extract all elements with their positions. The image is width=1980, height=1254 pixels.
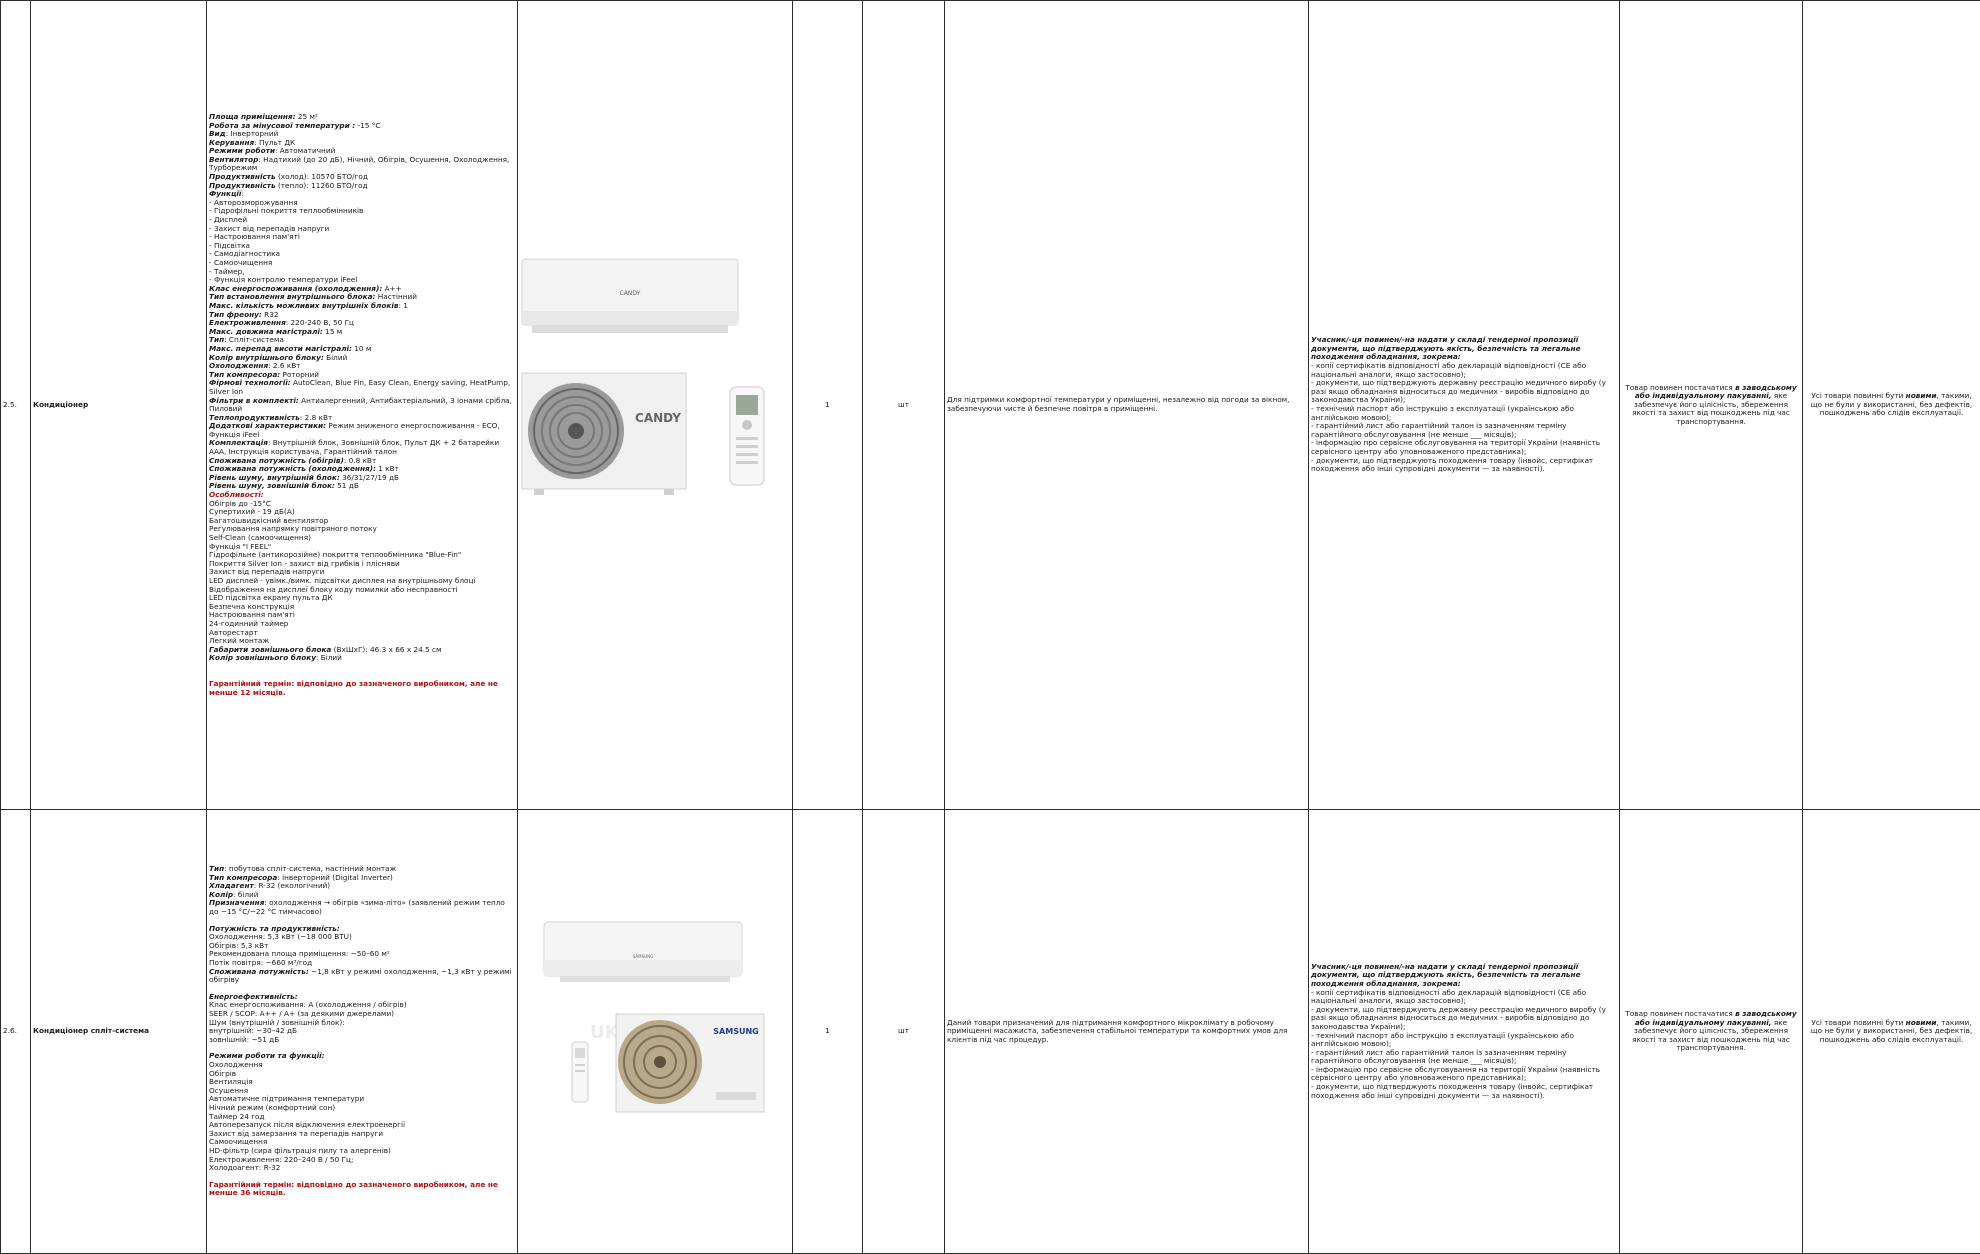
item-specification: Тип: побутова спліт-система, настінний м… (207, 810, 518, 1254)
table-row: 2.5. Кондиціонер Площа приміщення: 25 м²… (1, 1, 1980, 810)
energy-line: зовнішній: ~51 дБ (209, 1036, 515, 1045)
features-list: Обігрів до -15°CСупертихий - 19 дБ(А)Баг… (209, 500, 515, 646)
indoor-brand-text: CANDY (620, 290, 641, 297)
document-line: - документи, що підтверджують походження… (1311, 1083, 1617, 1100)
mode-line: Вентиляція (209, 1078, 515, 1087)
purpose-text: Даний товари призначений для підтримання… (945, 810, 1309, 1254)
spec-value: 15 м (323, 327, 342, 336)
candy-ac-image: CANDY CANDY (520, 255, 791, 555)
item-number: 2.6. (1, 810, 31, 1254)
item-name: Кондиціонер спліт-система (31, 810, 207, 1254)
document-line: - копії сертифікатів відповідності або д… (1311, 989, 1617, 1006)
mode-line: Обігрів (209, 1070, 515, 1079)
spec-line: Продуктивність (тепло): 11260 БТО/год (209, 182, 515, 191)
document-line: - гарантійний лист або гарантійний талон… (1311, 422, 1617, 439)
spec-line: Фірмові технології: AutoClean, Blue Fin,… (209, 379, 515, 396)
document-line: - інформацію про сервісне обслуговування… (1311, 1066, 1617, 1083)
condition-requirements: Усі товари повинні бути новими, такими, … (1803, 810, 1980, 1254)
spec-value: : 1 (398, 301, 407, 310)
spec-value: : Білий (316, 653, 342, 662)
spec-line: Додаткові характеристики: Режим зниженог… (209, 422, 515, 439)
condition-requirements: Усі товари повинні бути новими, такими, … (1803, 1, 1980, 810)
spec-line: Колір зовнішнього блоку: Білий (209, 654, 515, 663)
document-line: - інформацію про сервісне обслуговування… (1311, 439, 1617, 456)
document-line: - документи, що підтверджують державну р… (1311, 1006, 1617, 1032)
spec-value: (ВхШхГ): 46.3 x 66 x 24.5 см (331, 645, 441, 654)
spec-value: Білий (324, 353, 348, 362)
packaging-requirements: Товар повинен постачатися в заводському … (1620, 1, 1803, 810)
mode-line: Холодоагент: R-32 (209, 1164, 515, 1173)
quantity: 1 (793, 810, 863, 1254)
documents-list: - копії сертифікатів відповідності або д… (1311, 362, 1617, 474)
spec-list: Тип: побутова спліт-система, настінний м… (209, 865, 515, 917)
product-image-cell: CANDY CANDY (518, 1, 793, 810)
spec-key: Колір зовнішнього блоку (209, 653, 316, 662)
spec-line: Вентилятор: Надтихий (до 20 дБ), Нічний,… (209, 156, 515, 173)
table-row: 2.6. Кондиціонер спліт-система Тип: побу… (1, 810, 1980, 1254)
spec-value: : R-32 (екологічний) (254, 881, 330, 890)
documents-requirements: Учасник/-ця повинен/-на надати у складі … (1309, 810, 1620, 1254)
item-name: Кондиціонер (31, 1, 207, 810)
spec-line: Призначення: охолодження → обігрів «зима… (209, 899, 515, 916)
purpose-text: Для підтримки комфортної температури у п… (945, 1, 1309, 810)
unit: шт (863, 1, 945, 810)
quantity: 1 (793, 1, 863, 810)
spec-value: 51 дБ (335, 481, 359, 490)
dimensions-list: Габарити зовнішнього блока (ВхШхГ): 46.3… (209, 646, 515, 663)
spec-list: Площа приміщення: 25 м²Робота за мінусов… (209, 113, 515, 491)
outdoor-brand-text: SAMSUNG (713, 1027, 758, 1036)
document-line: - копії сертифікатів відповідності або д… (1311, 362, 1617, 379)
document-line: - технічний паспорт або інструкцію з екс… (1311, 1032, 1617, 1049)
spec-value: 10 м (352, 344, 371, 353)
mode-line: Охолодження (209, 1061, 515, 1070)
document-line: - документи, що підтверджують державну р… (1311, 379, 1617, 405)
warranty-text: Гарантійний термін: відповідно до зазнач… (209, 680, 515, 697)
specification-table: 2.5. Кондиціонер Площа приміщення: 25 м²… (0, 0, 1980, 1254)
document-line: - технічний паспорт або інструкцію з екс… (1311, 405, 1617, 422)
unit: шт (863, 810, 945, 1254)
spec-line: - Гідрофільні покриття теплообмінників (209, 207, 515, 216)
energy-list: Клас енергоспоживання: A (охолодження / … (209, 1001, 515, 1044)
samsung-ac-image: SAMSUNG UKR SAMSUNG (520, 902, 791, 1162)
document-line: - гарантійний лист або гарантійний талон… (1311, 1049, 1617, 1066)
packaging-requirements: Товар повинен постачатися в заводському … (1620, 810, 1803, 1254)
outdoor-brand-text: CANDY (635, 411, 681, 425)
documents-list: - копії сертифікатів відповідності або д… (1311, 989, 1617, 1101)
spec-value: -15 °C (355, 121, 380, 130)
item-number: 2.5. (1, 1, 31, 810)
spec-line: Фільтри в комплекті: Антиалергенний, Ант… (209, 397, 515, 414)
modes-list: ОхолодженняОбігрівВентиляціяОсушенняАвто… (209, 1061, 515, 1173)
performance-list: Охолодження: 5,3 кВт (~18 000 BTU)Обігрі… (209, 933, 515, 967)
document-line: - документи, що підтверджують походження… (1311, 457, 1617, 474)
spec-line: Комплектація: Внутрішній блок, Зовнішній… (209, 439, 515, 456)
spec-value: (тепло): 11260 БТО/год (276, 181, 368, 190)
product-image-cell: SAMSUNG UKR SAMSUNG (518, 810, 793, 1254)
documents-requirements: Учасник/-ця повинен/-на надати у складі … (1309, 1, 1620, 810)
spec-line: - Самоочищення (209, 259, 515, 268)
item-specification: Площа приміщення: 25 м²Робота за мінусов… (207, 1, 518, 810)
power-line: Споживана потужність: ~1,8 кВт у режимі … (209, 968, 515, 985)
documents-intro: Учасник/-ця повинен/-на надати у складі … (1311, 963, 1617, 989)
spec-line: - Настроювання пам'яті (209, 233, 515, 242)
indoor-brand-text: SAMSUNG (633, 954, 653, 959)
warranty-text: Гарантійний термін: відповідно до зазнач… (209, 1181, 515, 1198)
documents-intro: Учасник/-ця повинен/-на надати у складі … (1311, 336, 1617, 362)
